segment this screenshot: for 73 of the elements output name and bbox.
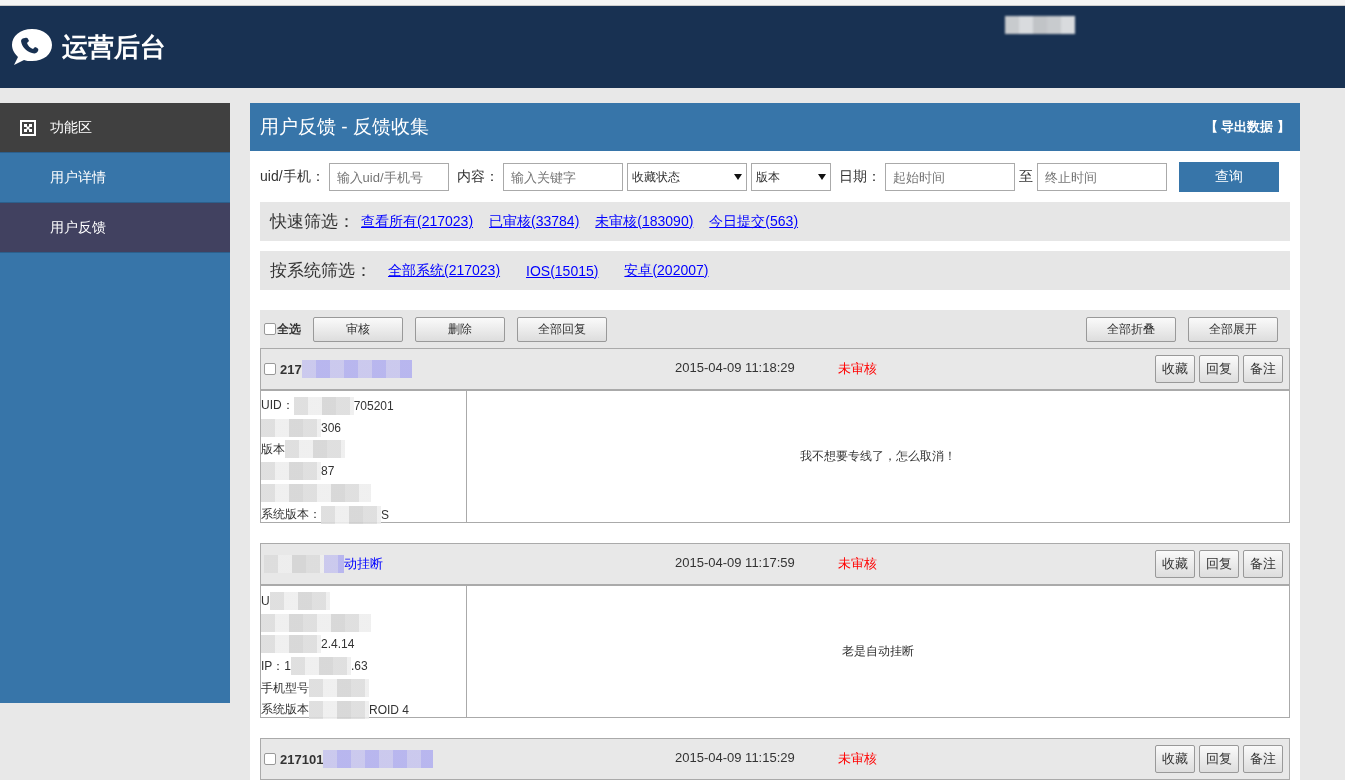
field-label: 日期：	[838, 168, 881, 186]
checkbox[interactable]	[264, 363, 276, 375]
feedback-id: 217	[280, 361, 302, 377]
favorite-status-select[interactable]: 收藏状态	[626, 163, 747, 191]
info-label: U	[261, 593, 270, 608]
toolbar-button[interactable]: 审核	[313, 316, 403, 342]
select-all-label: 全选	[277, 320, 301, 338]
dropdown-caret-icon	[733, 174, 742, 180]
export-data-link[interactable]: 【 导出数据 】	[1204, 118, 1290, 136]
field-label: uid/手机：	[260, 168, 325, 186]
panel-title: 用户反馈 - 反馈收集	[260, 115, 429, 139]
uid-field[interactable]: 输入uid/手机号	[328, 163, 449, 191]
info-value: 705201	[353, 398, 394, 413]
action-button[interactable]: 回复	[1199, 745, 1239, 773]
filter-link[interactable]: 今日提交(563)	[709, 212, 799, 231]
filter-label: 快速筛选：	[270, 211, 355, 233]
grid-icon	[20, 119, 36, 136]
info-value: 87	[321, 464, 335, 479]
feedback-date: 2015-04-09 11:15:29	[675, 750, 795, 765]
filter-link[interactable]: IOS(15015)	[526, 262, 599, 279]
filter-label: 按系统筛选：	[270, 260, 372, 282]
start-date-field[interactable]: 起始时间	[884, 163, 1015, 191]
info-value: ROID 4	[369, 702, 409, 717]
feedback-id: 217101	[280, 751, 324, 767]
version-select[interactable]: 版本	[750, 163, 831, 191]
info-label: 版本	[261, 441, 285, 458]
dropdown-caret-icon	[817, 174, 826, 180]
info-value: 306	[321, 420, 342, 435]
sidebar-item[interactable]: 用户反馈	[0, 203, 230, 253]
toolbar-button[interactable]: 全部回复	[517, 316, 607, 342]
info-label: 系统版本	[261, 701, 309, 719]
action-button[interactable]: 备注	[1243, 745, 1283, 773]
action-button[interactable]: 收藏	[1155, 355, 1195, 383]
filter-link[interactable]: 全部系统(217023)	[388, 261, 501, 280]
action-button[interactable]: 备注	[1243, 355, 1283, 383]
checkbox[interactable]	[264, 323, 276, 335]
info-value: 2.4.14	[321, 637, 355, 652]
feedback-date: 2015-04-09 11:17:59	[675, 555, 795, 570]
toolbar-button[interactable]: 删除	[415, 316, 505, 342]
feedback-date: 2015-04-09 11:18:29	[675, 360, 795, 375]
filter-link[interactable]: 查看所有(217023)	[361, 212, 474, 231]
info-value: S	[381, 507, 389, 522]
action-button[interactable]: 回复	[1199, 550, 1239, 578]
info-value: .63	[351, 659, 368, 674]
field-label: 内容：	[456, 168, 499, 186]
review-status: 未审核	[838, 555, 877, 573]
query-button[interactable]: 查询	[1178, 162, 1279, 192]
action-button[interactable]: 收藏	[1155, 745, 1195, 773]
info-label: UID：	[261, 397, 294, 415]
toolbar-button[interactable]: 全部折叠	[1086, 316, 1176, 342]
redaction-block	[1005, 16, 1075, 34]
action-button[interactable]: 备注	[1243, 550, 1283, 578]
review-status: 未审核	[838, 360, 877, 378]
field-label: 至	[1018, 168, 1033, 186]
filter-link[interactable]: 安卓(202007)	[624, 261, 709, 280]
filter-link[interactable]: 未审核(183090)	[595, 212, 694, 231]
action-button[interactable]: 收藏	[1155, 550, 1195, 578]
info-label: IP：1	[261, 657, 291, 675]
sidebar-heading-label: 功能区	[50, 118, 92, 137]
feedback-title-link[interactable]: 动挂断	[344, 555, 383, 573]
action-button[interactable]: 回复	[1199, 355, 1239, 383]
toolbar-button[interactable]: 全部展开	[1188, 316, 1278, 342]
info-label: 手机型号	[261, 679, 309, 697]
keyword-field[interactable]: 输入关键字	[502, 163, 623, 191]
info-label: 系统版本：	[261, 506, 321, 524]
feedback-message: 老是自动挂断	[842, 643, 914, 660]
review-status: 未审核	[838, 750, 877, 768]
app-title: 运营后台	[62, 30, 166, 64]
end-date-field[interactable]: 终止时间	[1036, 163, 1167, 191]
filter-link[interactable]: 已审核(33784)	[489, 212, 580, 231]
feedback-message: 我不想要专线了，怎么取消！	[800, 448, 956, 465]
chat-phone-logo-icon	[10, 27, 54, 67]
checkbox[interactable]	[264, 753, 276, 765]
